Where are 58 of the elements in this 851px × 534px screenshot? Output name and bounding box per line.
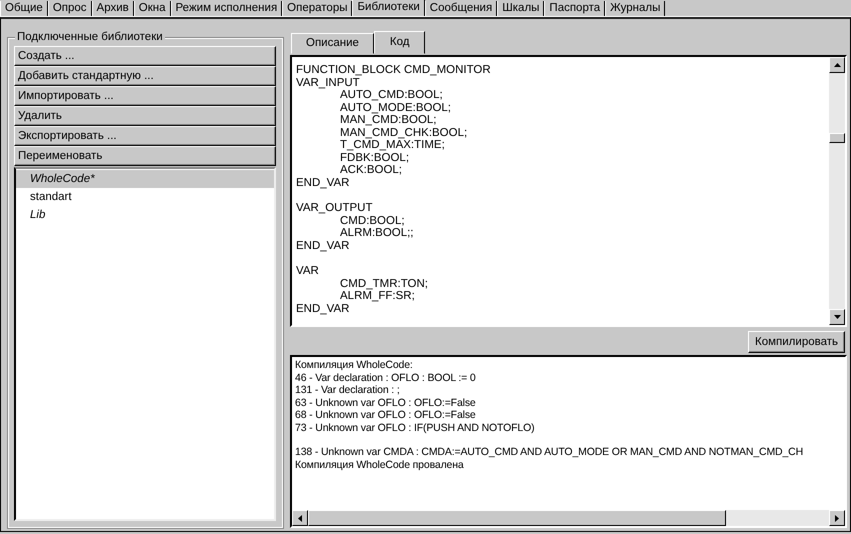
log-line: 68 - Unknown var OFLO : OFLO:=False <box>295 409 477 422</box>
scrollbar-thumb[interactable] <box>308 510 726 526</box>
tab[interactable]: Общие <box>0 1 48 16</box>
library-button[interactable]: Удалить <box>14 106 276 126</box>
library-item[interactable]: WholeCode* <box>16 170 274 188</box>
code-line: VAR_INPUT <box>296 76 361 89</box>
code-line: VAR <box>296 265 320 278</box>
code-line: AUTO_MODE:BOOL; <box>339 102 452 114</box>
tab[interactable]: Паспорта <box>544 1 606 16</box>
code-line: END_VAR <box>296 240 350 252</box>
code-line: FDBK:BOOL; <box>339 152 410 164</box>
code-line: AUTO_CMD:BOOL; <box>339 89 444 102</box>
horizontal-scrollbar[interactable] <box>292 510 845 526</box>
left-triangle-icon[interactable] <box>298 514 302 522</box>
library-button[interactable]: Экспортировать ... <box>14 126 276 146</box>
vertical-scrollbar[interactable] <box>829 57 845 325</box>
code-line: VAR_OUTPUT <box>296 202 374 214</box>
tab[interactable]: Описание <box>291 33 374 54</box>
library-button[interactable]: Переименовать <box>14 146 276 166</box>
right-triangle-icon[interactable] <box>835 514 839 522</box>
log-line: 131 - Var declaration : ; <box>295 384 401 396</box>
code-line: CMD_TMR:TON; <box>339 278 429 290</box>
scrollbar-thumb[interactable] <box>829 133 845 143</box>
tab[interactable]: Опрос <box>48 1 92 16</box>
code-editor[interactable] <box>290 55 847 327</box>
tab[interactable]: Код <box>374 31 426 54</box>
code-line: ACK:BOOL; <box>339 164 403 176</box>
code-line: ALRM_FF:SR; <box>339 290 416 302</box>
down-triangle-icon[interactable] <box>834 315 840 319</box>
code-line: END_VAR <box>296 302 350 315</box>
code-line: END_VAR <box>296 176 350 189</box>
library-item[interactable]: standart <box>16 188 274 206</box>
log-line: Компиляция WholeCode: <box>295 359 414 372</box>
tab[interactable]: Журналы <box>605 1 666 16</box>
tab[interactable]: Архив <box>92 1 134 16</box>
library-button[interactable]: Добавить стандартную ... <box>14 66 276 86</box>
log-line: Компиляция WholeCode провалена <box>295 458 465 471</box>
log-line: 73 - Unknown var OFLO : IF(PUSH AND NOTOFLO) <box>295 422 536 434</box>
code-line: MAN_CMD_CHK:BOOL; <box>339 126 468 139</box>
code-line: T_CMD_MAX:TIME; <box>339 139 446 152</box>
group-title: Подключенные библиотеки <box>15 31 165 43</box>
tab[interactable]: Режим исполнения <box>170 1 282 16</box>
compile-button[interactable]: Компилировать <box>748 331 845 353</box>
log-line: 46 - Var declaration : OFLO : BOOL := 0 <box>295 372 477 384</box>
library-button[interactable]: Создать ... <box>14 46 276 66</box>
log-line: 63 - Unknown var OFLO : OFLO:=False <box>295 396 477 409</box>
tab[interactable]: Библиотеки <box>352 0 425 16</box>
tab[interactable]: Шкалы <box>497 1 544 16</box>
code-line: MAN_CMD:BOOL; <box>339 114 438 126</box>
up-triangle-icon[interactable] <box>834 63 840 67</box>
tab[interactable]: Сообщения <box>424 1 498 16</box>
library-item[interactable]: Lib <box>16 206 274 224</box>
code-line: ALRM:BOOL;; <box>339 227 414 240</box>
log-line: 138 - Unknown var CMDA : CMDA:=AUTO_CMD AND AUTO_MODE OR MAN_CMD AND NOTMAN_CMD_CH <box>295 446 804 458</box>
tab[interactable]: Окна <box>134 1 171 16</box>
code-line: FUNCTION_BLOCK CMD_MONITOR <box>296 64 492 76</box>
library-button[interactable]: Импортировать ... <box>14 86 276 106</box>
code-line: CMD:BOOL; <box>339 214 406 227</box>
